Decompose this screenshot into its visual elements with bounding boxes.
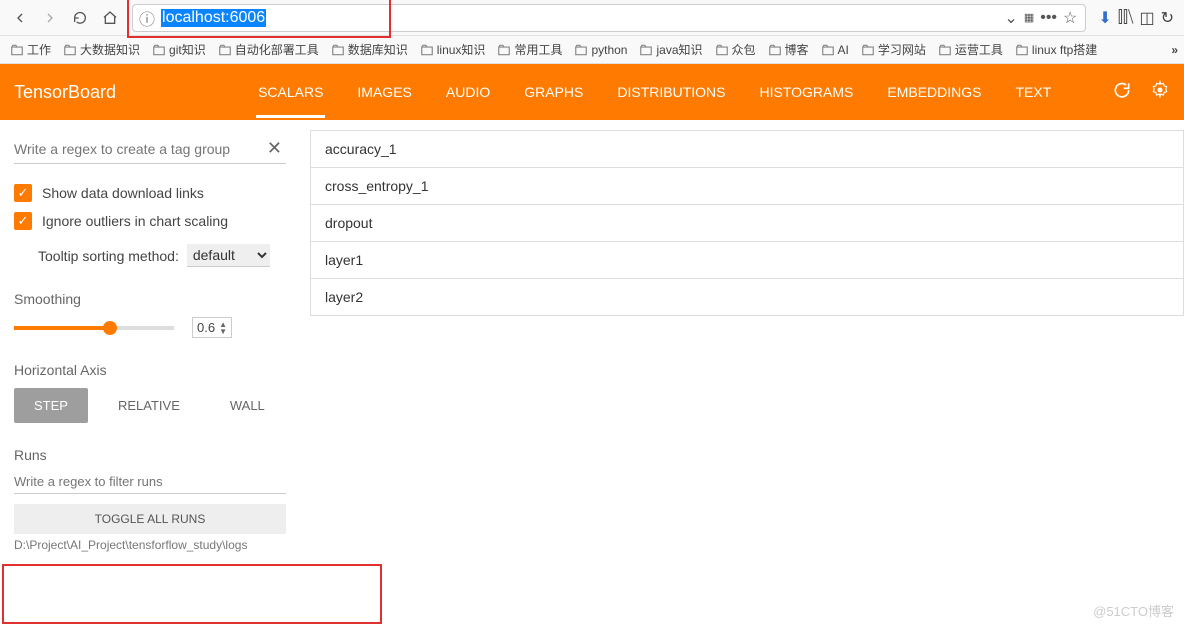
bookmark-item[interactable]: 运营工具 [934, 39, 1007, 60]
sidebar: ✕ ✓ Show data download links ✓ Ignore ou… [0, 120, 300, 626]
toggle-all-runs-button[interactable]: TOGGLE ALL RUNS [14, 504, 286, 534]
tab-histograms[interactable]: HISTOGRAMS [757, 66, 855, 118]
dropdown-icon[interactable]: ⌄ [1004, 8, 1017, 28]
sidebar-icon[interactable]: ◫ [1139, 8, 1154, 28]
log-path: D:\Project\AI_Project\tensforflow_study\… [14, 534, 286, 556]
tag-row[interactable]: layer2 [310, 279, 1184, 316]
more-icon[interactable]: ••• [1040, 9, 1057, 27]
bookmark-item[interactable]: 学习网站 [857, 39, 930, 60]
smoothing-value[interactable]: 0.6 [197, 320, 215, 335]
bookmark-item[interactable]: java知识 [635, 39, 706, 60]
bookmark-star-icon[interactable]: ☆ [1063, 8, 1077, 28]
tag-row[interactable]: dropout [310, 205, 1184, 242]
settings-icon[interactable] [1150, 80, 1170, 105]
url-text: localhost:6006 [161, 9, 266, 27]
tag-row[interactable]: accuracy_1 [310, 130, 1184, 168]
back-button[interactable] [6, 4, 34, 32]
bookmark-item[interactable]: 数据库知识 [327, 39, 412, 60]
bookmark-item[interactable]: 众包 [711, 39, 760, 60]
runs-label: Runs [14, 447, 286, 463]
bookmark-item[interactable]: python [570, 39, 631, 60]
sync-icon[interactable]: ↻ [1161, 8, 1174, 28]
tab-embeddings[interactable]: EMBEDDINGS [885, 66, 983, 118]
clear-search-icon[interactable]: ✕ [263, 138, 286, 159]
home-button[interactable] [96, 4, 124, 32]
bookmark-item[interactable]: 工作 [6, 39, 55, 60]
bookmark-item[interactable]: 博客 [764, 39, 813, 60]
checkbox-download-links[interactable]: ✓ [14, 184, 32, 202]
axis-wall-button[interactable]: WALL [210, 388, 285, 423]
tab-audio[interactable]: AUDIO [444, 66, 492, 118]
axis-step-button[interactable]: STEP [14, 388, 88, 423]
bookmark-item[interactable]: linux知识 [416, 39, 490, 60]
reload-button[interactable] [66, 4, 94, 32]
info-icon[interactable]: ⓘ [139, 6, 155, 30]
smoothing-stepper[interactable]: ▲▼ [219, 321, 227, 335]
url-bar[interactable]: ⓘ localhost:6006 ⌄ ▦ ••• ☆ [132, 4, 1086, 32]
url-input[interactable] [272, 10, 990, 25]
browser-nav-bar: ⓘ localhost:6006 ⌄ ▦ ••• ☆ ⬇ ⫿⫿⧹ ◫ ↻ [0, 0, 1184, 36]
checkbox-download-label: Show data download links [42, 185, 204, 201]
smoothing-label: Smoothing [14, 291, 286, 307]
bookmark-item[interactable]: 常用工具 [493, 39, 566, 60]
tag-search-input[interactable] [14, 141, 263, 157]
tag-list: accuracy_1cross_entropy_1dropoutlayer1la… [300, 120, 1184, 626]
bookmark-item[interactable]: linux ftp搭建 [1011, 39, 1101, 60]
bookmarks-bar: 工作大数据知识git知识自动化部署工具数据库知识linux知识常用工具pytho… [0, 36, 1184, 64]
app-title: TensorBoard [14, 82, 116, 103]
bookmark-item[interactable]: 自动化部署工具 [214, 39, 323, 60]
tooltip-sort-label: Tooltip sorting method: [38, 248, 179, 264]
bookmarks-overflow-icon[interactable]: » [1171, 43, 1178, 57]
tag-row[interactable]: layer1 [310, 242, 1184, 279]
tab-text[interactable]: TEXT [1013, 66, 1053, 118]
checkbox-ignore-outliers[interactable]: ✓ [14, 212, 32, 230]
library-icon[interactable]: ⫿⫿⧹ [1118, 9, 1134, 27]
bookmark-item[interactable]: AI [817, 39, 853, 60]
tooltip-sort-select[interactable]: default [187, 244, 270, 267]
bookmark-item[interactable]: git知识 [148, 39, 210, 60]
smoothing-slider[interactable] [14, 326, 174, 330]
tensorboard-header: TensorBoard SCALARS IMAGES AUDIO GRAPHS DIST… [0, 64, 1184, 120]
forward-button[interactable] [36, 4, 64, 32]
reload-icon[interactable] [1112, 80, 1132, 105]
runs-search-input[interactable] [14, 474, 286, 489]
horizontal-axis-label: Horizontal Axis [14, 362, 286, 378]
tab-images[interactable]: IMAGES [355, 66, 413, 118]
axis-relative-button[interactable]: RELATIVE [98, 388, 200, 423]
tab-graphs[interactable]: GRAPHS [522, 66, 585, 118]
tag-row[interactable]: cross_entropy_1 [310, 168, 1184, 205]
tab-scalars[interactable]: SCALARS [256, 66, 325, 118]
watermark: @51CTO博客 [1093, 601, 1174, 620]
qr-icon[interactable]: ▦ [1024, 11, 1034, 24]
tab-distributions[interactable]: DISTRIBUTIONS [615, 66, 727, 118]
download-icon[interactable]: ⬇ [1098, 8, 1111, 28]
bookmark-item[interactable]: 大数据知识 [59, 39, 144, 60]
checkbox-outliers-label: Ignore outliers in chart scaling [42, 213, 228, 229]
